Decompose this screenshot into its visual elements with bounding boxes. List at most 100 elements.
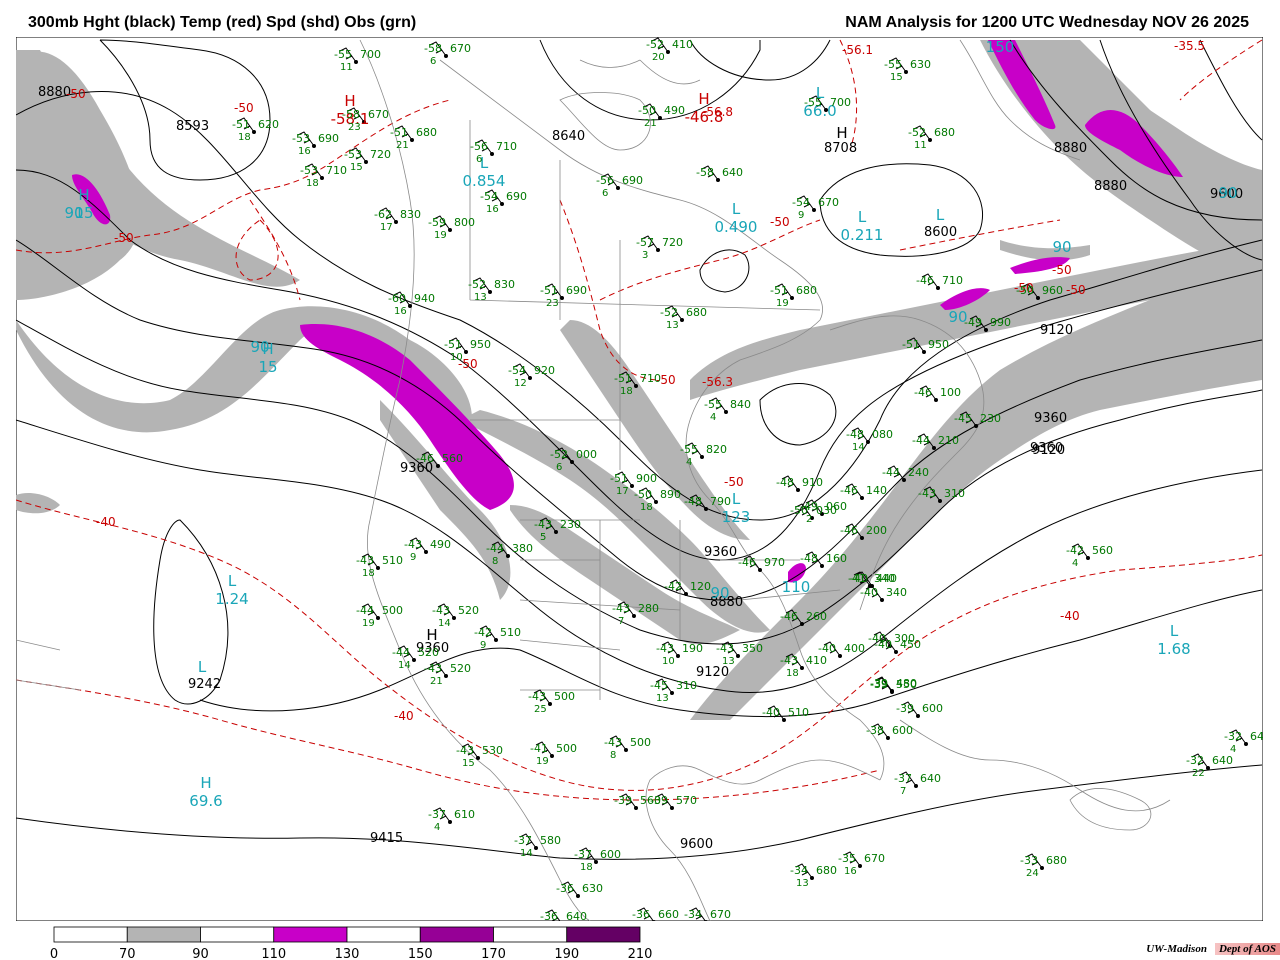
obs-height: 940: [414, 292, 435, 305]
obs-height: 410: [672, 38, 693, 51]
obs-temperature: -37: [428, 808, 446, 821]
obs-dewpoint-depression: 14: [852, 442, 865, 453]
obs-temperature: -39: [896, 702, 914, 715]
height-label: 9242: [188, 677, 221, 692]
pressure-center-l: L: [732, 490, 741, 508]
obs-temperature: -52: [908, 126, 926, 139]
obs-temperature: -32: [1224, 730, 1242, 743]
temperature-label: -50: [1052, 263, 1072, 277]
obs-height: 700: [360, 48, 381, 61]
obs-temperature: -56: [596, 174, 614, 187]
temperature-label: -50: [234, 101, 254, 115]
pressure-center-l: L: [228, 572, 237, 590]
obs-height: 960: [1042, 284, 1063, 297]
obs-temperature: -52: [660, 306, 678, 319]
obs-height: 310: [676, 679, 697, 692]
obs-temperature: -44: [882, 466, 900, 479]
obs-temperature: -40: [868, 632, 886, 645]
obs-dewpoint-depression: 19: [362, 618, 375, 629]
obs-height: 570: [676, 794, 697, 807]
height-label: 9360: [1034, 411, 1067, 426]
obs-temperature: -37: [894, 772, 912, 785]
pressure-center-h: H: [698, 90, 709, 108]
obs-temperature: -62: [374, 208, 392, 221]
obs-dewpoint-depression: 24: [1026, 868, 1039, 879]
temperature-label: -35.5: [1174, 39, 1205, 53]
obs-height: 490: [664, 104, 685, 117]
obs-dewpoint-depression: 4: [710, 412, 716, 423]
obs-height: 000: [576, 448, 597, 461]
obs-temperature: -46: [738, 556, 756, 569]
obs-height: 340: [886, 586, 907, 599]
temperature-label: -56.1: [842, 43, 873, 57]
speed-label: 90: [1052, 238, 1071, 256]
obs-height: 710: [640, 372, 661, 385]
obs-height: 530: [482, 744, 503, 757]
obs-height: 640: [722, 166, 743, 179]
pressure-center-value: 0.490: [715, 218, 758, 236]
height-label: 8708: [824, 141, 857, 156]
obs-dewpoint-depression: 9: [480, 640, 486, 651]
obs-temperature: -43: [424, 662, 442, 675]
obs-height: 630: [582, 882, 603, 895]
obs-temperature: -54: [508, 364, 526, 377]
obs-height: 510: [788, 706, 809, 719]
pressure-center-l: L: [858, 208, 867, 226]
pressure-center-value: 0.854: [463, 172, 506, 190]
obs-temperature: -43: [534, 518, 552, 531]
speed-label: 150: [986, 38, 1015, 56]
speed-label: 110: [782, 578, 811, 596]
legend-tick-label: 150: [408, 947, 433, 960]
temperature-label: -40: [96, 515, 116, 529]
obs-temperature: -46: [840, 484, 858, 497]
obs-dewpoint-depression: 6: [430, 56, 436, 67]
obs-height: 690: [318, 132, 339, 145]
obs-height: 720: [662, 236, 683, 249]
obs-height: 890: [660, 488, 681, 501]
obs-dewpoint-depression: 25: [534, 704, 547, 715]
obs-dewpoint-depression: 15: [890, 72, 903, 83]
obs-height: 790: [710, 495, 731, 508]
obs-temperature: -40: [762, 706, 780, 719]
obs-temperature: -58: [424, 42, 442, 55]
obs-height: 830: [494, 278, 515, 291]
pressure-center-value: -46.8: [685, 108, 724, 126]
obs-temperature: -40: [850, 572, 868, 585]
obs-temperature: -43: [780, 654, 798, 667]
height-label: 9120: [1040, 323, 1073, 338]
obs-height: 720: [370, 148, 391, 161]
pressure-center-h: H: [78, 186, 89, 204]
legend-color-box: [493, 926, 568, 943]
obs-temperature: -48: [846, 428, 864, 441]
obs-dewpoint-depression: 15: [350, 162, 363, 173]
obs-dewpoint-depression: 6: [602, 188, 608, 199]
obs-height: 670: [450, 42, 471, 55]
obs-temperature: -53: [292, 132, 310, 145]
obs-temperature: -52: [468, 278, 486, 291]
obs-height: 690: [566, 284, 587, 297]
height-label: 9415: [370, 831, 403, 846]
obs-dewpoint-depression: 13: [722, 656, 735, 667]
obs-dewpoint-depression: 18: [620, 386, 633, 397]
obs-temperature: -46: [840, 524, 858, 537]
obs-temperature: -42: [1066, 544, 1084, 557]
temperature-label: -56.3: [702, 375, 733, 389]
obs-height: 670: [818, 196, 839, 209]
obs-height: 500: [554, 690, 575, 703]
obs-temperature: -57: [636, 236, 654, 249]
obs-height: 970: [764, 556, 785, 569]
obs-height: 500: [556, 742, 577, 755]
map-title: 300mb Hght (black) Temp (red) Spd (shd) …: [28, 14, 417, 31]
obs-height: 800: [454, 216, 475, 229]
obs-temperature: -45: [954, 412, 972, 425]
obs-dewpoint-depression: 23: [348, 122, 361, 133]
obs-dewpoint-depression: 9: [798, 210, 804, 221]
temperature-label: -40: [1060, 609, 1080, 623]
obs-temperature: -50: [634, 488, 652, 501]
obs-height: 210: [938, 434, 959, 447]
obs-dewpoint-depression: 4: [434, 822, 440, 833]
pressure-center-value: 15: [258, 358, 277, 376]
temperature-label: -50: [66, 87, 86, 101]
obs-height: 510: [382, 554, 403, 567]
obs-height: 920: [534, 364, 555, 377]
